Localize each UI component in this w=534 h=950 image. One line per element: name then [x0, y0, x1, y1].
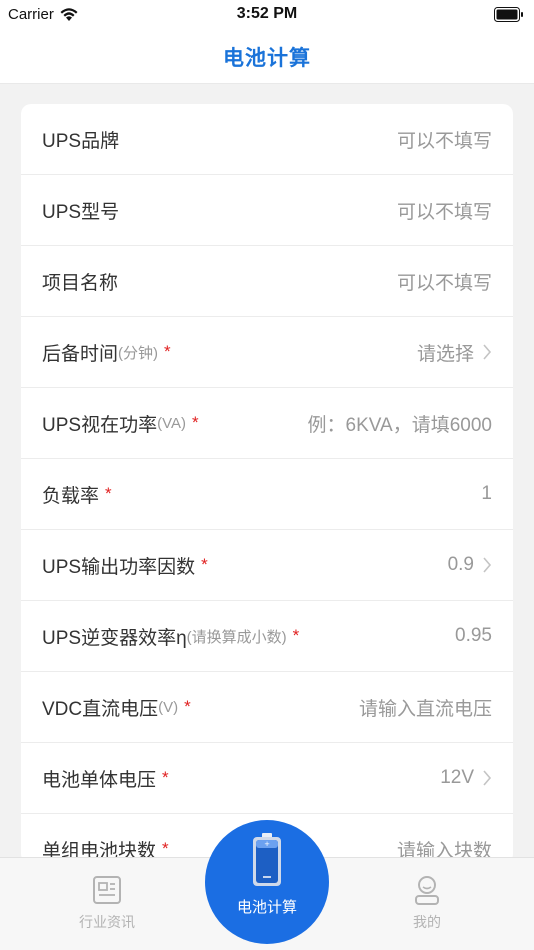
row-label: 负载率 [42, 485, 100, 507]
tab-label: 电池计算 [236, 899, 297, 916]
form-row-load-rate[interactable]: 负载率 * 1 [21, 459, 513, 530]
required-mark: * [162, 768, 169, 787]
tab-label: 行业资讯 [79, 914, 135, 930]
ups-brand-input[interactable]: 可以不填写 [397, 126, 492, 153]
apparent-power-input[interactable]: 例：6KVA，请填6000 [308, 410, 492, 437]
backup-time-select[interactable]: 请选择 [417, 339, 474, 366]
power-factor-select[interactable]: 0.9 [448, 554, 474, 576]
row-unit: (分钟) [118, 344, 159, 362]
form-row-apparent-power[interactable]: UPS视在功率 (VA) * 例：6KVA，请填6000 [21, 388, 513, 459]
battery-form-card: UPS品牌 可以不填写 UPS型号 可以不填写 项目名称 可以不填写 后备时间 … [21, 104, 513, 864]
news-icon [93, 876, 121, 904]
row-label: UPS品牌 [42, 130, 120, 152]
row-unit: (V) [158, 698, 179, 716]
form-row-inverter-efficiency[interactable]: UPS逆变器效率η (请换算成小数) * 0.95 [21, 601, 513, 672]
load-rate-input[interactable]: 1 [481, 483, 492, 505]
profile-icon [415, 876, 439, 905]
form-row-cell-voltage[interactable]: 电池单体电压 * 12V [21, 743, 513, 814]
required-mark: * [184, 697, 191, 716]
form-row-ups-model[interactable]: UPS型号 可以不填写 [21, 175, 513, 246]
chevron-right-icon [483, 770, 492, 786]
ups-model-input[interactable]: 可以不填写 [397, 197, 492, 224]
project-name-input[interactable]: 可以不填写 [397, 268, 492, 295]
tab-battery-calculation[interactable]: + 电池计算 [205, 820, 329, 944]
tab-industry-news[interactable]: 行业资讯 [37, 858, 177, 950]
status-bar: Carrier 3:52 PM [0, 0, 534, 30]
form-row-vdc-voltage[interactable]: VDC直流电压 (V) * 请输入直流电压 [21, 672, 513, 743]
required-mark: * [164, 342, 171, 361]
page-title: 电池计算 [223, 46, 311, 70]
row-label: 后备时间 [42, 343, 119, 365]
battery-icon: + [253, 833, 281, 886]
chevron-right-icon [483, 344, 492, 360]
inverter-efficiency-input[interactable]: 0.95 [455, 625, 492, 647]
tab-label: 我的 [413, 914, 441, 930]
required-mark: * [105, 484, 112, 503]
battery-status-icon [494, 7, 523, 22]
row-label: UPS视在功率 [42, 414, 158, 436]
row-label: UPS逆变器效率η [42, 627, 187, 649]
required-mark: * [191, 413, 199, 432]
row-label: UPS输出功率因数 [42, 556, 196, 578]
navigation-bar: 电池计算 [0, 30, 534, 84]
tab-profile[interactable]: 我的 [357, 858, 497, 950]
row-label: 电池单体电压 [42, 769, 157, 791]
row-unit: (VA) [157, 414, 186, 432]
row-unit: (请换算成小数) [186, 628, 287, 646]
required-mark: * [292, 626, 300, 645]
cell-voltage-select[interactable]: 12V [440, 767, 474, 789]
form-row-project-name[interactable]: 项目名称 可以不填写 [21, 246, 513, 317]
form-row-ups-brand[interactable]: UPS品牌 可以不填写 [21, 104, 513, 175]
form-row-power-factor[interactable]: UPS输出功率因数 * 0.9 [21, 530, 513, 601]
clock: 3:52 PM [236, 5, 298, 22]
required-mark: * [201, 555, 208, 574]
row-label: 项目名称 [42, 272, 119, 294]
chevron-right-icon [483, 557, 492, 573]
form-row-backup-time[interactable]: 后备时间 (分钟) * 请选择 [21, 317, 513, 388]
vdc-voltage-input[interactable]: 请输入直流电压 [359, 694, 492, 721]
row-label: VDC直流电压 [42, 698, 159, 720]
row-label: UPS型号 [42, 201, 120, 223]
svg-text:+: + [264, 840, 270, 848]
required-mark: * [162, 839, 169, 858]
